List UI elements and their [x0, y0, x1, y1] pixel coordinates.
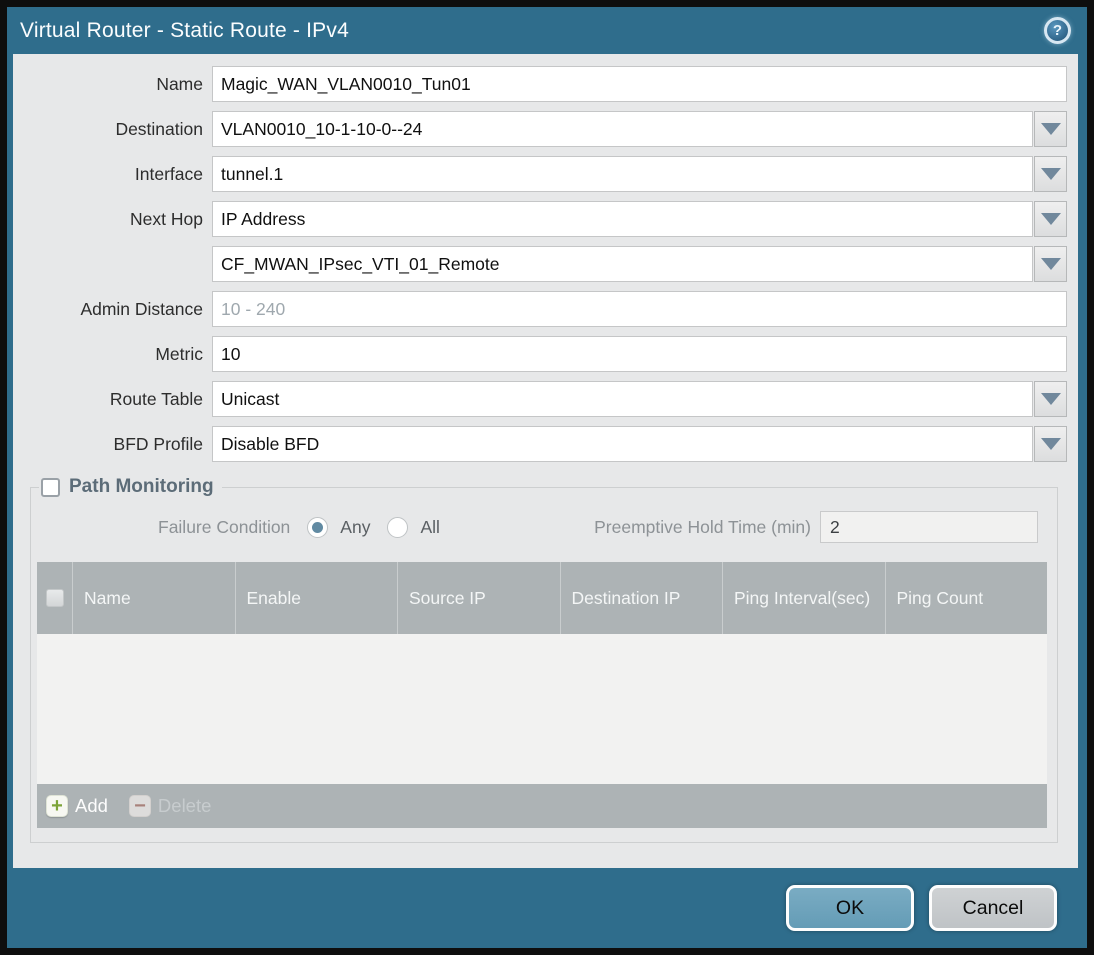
failure-condition-all-radio[interactable] — [387, 516, 409, 538]
interface-label: Interface — [134, 163, 203, 184]
table-body-empty — [37, 634, 1047, 784]
destination-input[interactable] — [212, 111, 1033, 147]
interface-row: Interface — [13, 156, 1067, 192]
static-route-dialog: Virtual Router - Static Route - IPv4 ? N… — [0, 0, 1094, 955]
failure-condition-label: Failure Condition — [158, 516, 291, 537]
ok-button[interactable]: OK — [786, 885, 914, 931]
interface-dropdown-button[interactable] — [1034, 156, 1067, 192]
next-hop-address-input[interactable] — [212, 246, 1033, 282]
chevron-down-icon — [1040, 168, 1061, 180]
titlebar: Virtual Router - Static Route - IPv4 ? — [7, 7, 1087, 54]
chevron-down-icon — [1040, 213, 1061, 225]
column-header-ping-count[interactable]: Ping Count — [884, 562, 1048, 634]
dialog-footer: OK Cancel — [7, 868, 1087, 948]
select-all-cell — [37, 562, 72, 634]
next-hop-address-row — [13, 246, 1067, 282]
route-table-label: Route Table — [109, 388, 203, 409]
bfd-profile-row: BFD Profile — [13, 426, 1067, 462]
path-monitoring-checkbox[interactable] — [41, 477, 60, 497]
select-all-checkbox[interactable] — [45, 589, 64, 607]
failure-condition-all-label: All — [420, 516, 440, 537]
name-input[interactable] — [212, 66, 1067, 102]
destination-label: Destination — [115, 118, 203, 139]
cancel-button[interactable]: Cancel — [929, 885, 1057, 931]
failure-condition-any-label: Any — [340, 516, 371, 537]
path-monitoring-table: Name Enable Source IP Destination IP Pin… — [37, 562, 1047, 828]
next-hop-type-dropdown-button[interactable] — [1034, 201, 1067, 237]
column-header-name[interactable]: Name — [72, 562, 235, 634]
metric-label: Metric — [155, 343, 203, 364]
column-header-destination-ip[interactable]: Destination IP — [559, 562, 723, 634]
path-monitoring-legend: Path Monitoring — [39, 476, 222, 498]
route-table-input[interactable] — [212, 381, 1033, 417]
admin-distance-label: Admin Distance — [80, 298, 203, 319]
path-monitoring-title: Path Monitoring — [69, 476, 214, 497]
add-button-label: Add — [75, 795, 108, 816]
add-button[interactable]: + Add — [46, 795, 108, 817]
chevron-down-icon — [1040, 438, 1061, 450]
destination-row: Destination — [13, 111, 1067, 147]
column-header-source-ip[interactable]: Source IP — [397, 562, 560, 634]
column-header-enable[interactable]: Enable — [234, 562, 398, 634]
path-monitoring-section: Path Monitoring Failure Condition Any Al… — [30, 476, 1058, 843]
plus-icon: + — [46, 795, 68, 817]
dialog-content: Name Destination Interface — [13, 54, 1078, 868]
metric-input[interactable] — [212, 336, 1067, 372]
route-table-row: Route Table — [13, 381, 1067, 417]
delete-button-label: Delete — [157, 795, 212, 816]
next-hop-row: Next Hop — [13, 201, 1067, 237]
route-table-dropdown-button[interactable] — [1034, 381, 1067, 417]
next-hop-type-input[interactable] — [212, 201, 1033, 237]
chevron-down-icon — [1040, 123, 1061, 135]
column-header-ping-interval[interactable]: Ping Interval(sec) — [722, 562, 885, 634]
delete-button[interactable]: − Delete — [128, 795, 212, 817]
next-hop-label: Next Hop — [130, 208, 203, 229]
admin-distance-input[interactable] — [212, 291, 1067, 327]
minus-icon: − — [128, 795, 151, 817]
preemptive-hold-time-input[interactable] — [820, 511, 1038, 543]
destination-dropdown-button[interactable] — [1034, 111, 1067, 147]
name-label: Name — [156, 73, 203, 94]
metric-row: Metric — [13, 336, 1067, 372]
bfd-profile-dropdown-button[interactable] — [1034, 426, 1067, 462]
failure-condition-row: Failure Condition Any All Preemptive Hol… — [37, 510, 1048, 544]
preemptive-hold-time-label: Preemptive Hold Time (min) — [594, 516, 811, 537]
dialog-title: Virtual Router - Static Route - IPv4 — [20, 18, 349, 42]
chevron-down-icon — [1040, 393, 1061, 405]
table-header: Name Enable Source IP Destination IP Pin… — [37, 562, 1047, 634]
bfd-profile-input[interactable] — [212, 426, 1033, 462]
chevron-down-icon — [1040, 258, 1061, 270]
admin-distance-row: Admin Distance — [13, 291, 1067, 327]
bfd-profile-label: BFD Profile — [113, 433, 203, 454]
table-footer: + Add − Delete — [37, 784, 1047, 828]
next-hop-address-dropdown-button[interactable] — [1034, 246, 1067, 282]
interface-input[interactable] — [212, 156, 1033, 192]
name-row: Name — [13, 66, 1067, 102]
failure-condition-any-radio[interactable] — [307, 516, 329, 538]
help-icon[interactable]: ? — [1044, 17, 1071, 44]
